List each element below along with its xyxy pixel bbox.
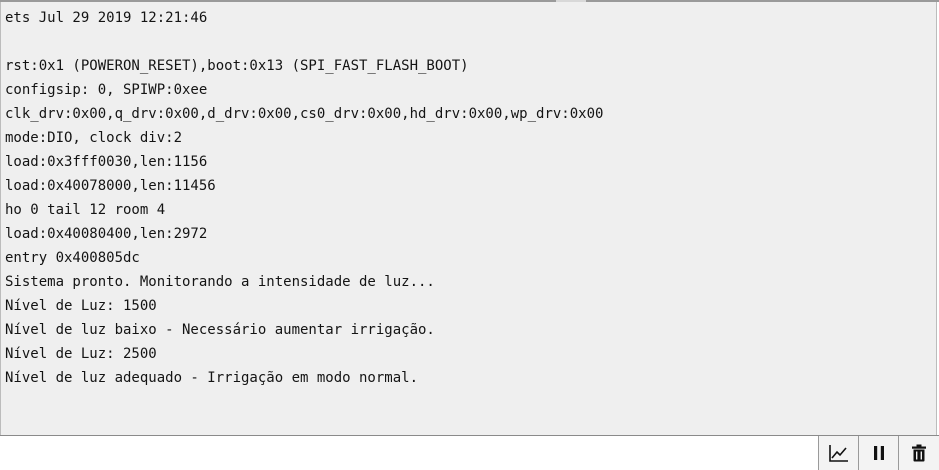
output-line: ho 0 tail 12 room 4 bbox=[5, 202, 166, 218]
serial-monitor-window: ets Jul 29 2019 12:21:46 rst:0x1 (POWERO… bbox=[0, 0, 939, 470]
output-line: Nível de luz adequado - Irrigação em mod… bbox=[5, 370, 419, 386]
trash-icon bbox=[911, 444, 927, 462]
output-line: ets Jul 29 2019 12:21:46 bbox=[5, 10, 208, 26]
output-line: rst:0x1 (POWERON_RESET),boot:0x13 (SPI_F… bbox=[5, 58, 469, 74]
plotter-button[interactable] bbox=[819, 436, 859, 470]
pause-button[interactable] bbox=[859, 436, 899, 470]
chart-icon bbox=[828, 444, 849, 462]
clear-output-button[interactable] bbox=[899, 436, 939, 470]
output-line: configsip: 0, SPIWP:0xee bbox=[5, 82, 208, 98]
output-line: mode:DIO, clock div:2 bbox=[5, 130, 183, 146]
output-line: Nível de Luz: 1500 bbox=[5, 298, 157, 314]
output-line: load:0x3fff0030,len:1156 bbox=[5, 154, 208, 170]
output-line: clk_drv:0x00,q_drv:0x00,d_drv:0x00,cs0_d… bbox=[5, 106, 604, 122]
output-line: load:0x40078000,len:11456 bbox=[5, 178, 216, 194]
output-line: Nível de Luz: 2500 bbox=[5, 346, 157, 362]
output-line: entry 0x400805dc bbox=[5, 250, 140, 266]
output-line: load:0x40080400,len:2972 bbox=[5, 226, 208, 242]
bottom-toolbar bbox=[0, 435, 939, 470]
serial-input[interactable] bbox=[0, 436, 819, 470]
output-line: Sistema pronto. Monitorando a intensidad… bbox=[5, 274, 435, 290]
pause-icon bbox=[872, 445, 886, 461]
output-line: Nível de luz baixo - Necessário aumentar… bbox=[5, 322, 435, 338]
serial-output: ets Jul 29 2019 12:21:46 rst:0x1 (POWERO… bbox=[0, 2, 937, 435]
